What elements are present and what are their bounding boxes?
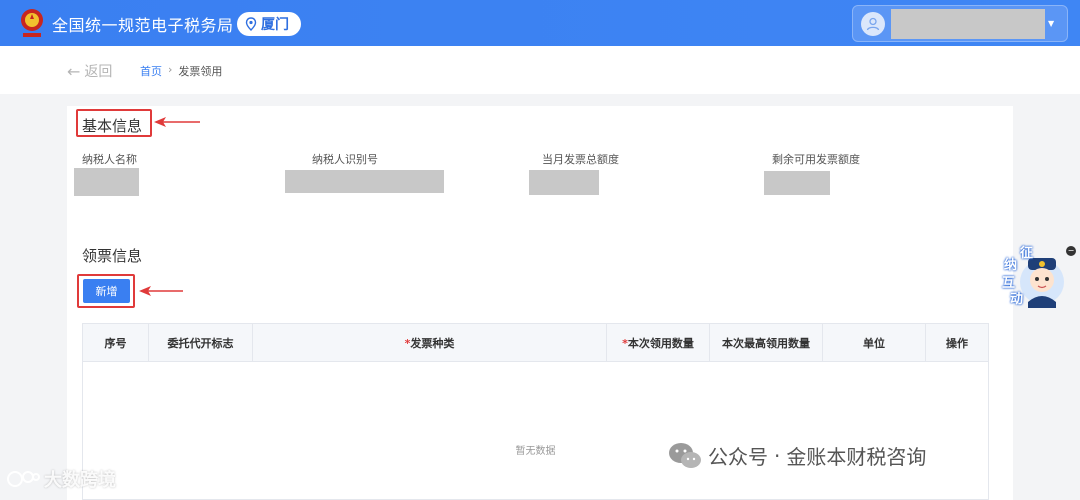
- watermark-right: 公众号 · 金账本财税咨询: [668, 441, 926, 470]
- location-pin-icon: [245, 17, 257, 31]
- top-header: 全国统一规范电子税务局 厦门 ▼: [0, 0, 1080, 46]
- city-selector[interactable]: 厦门: [237, 12, 301, 36]
- column-header-invoice-type: * 发票种类: [253, 324, 607, 362]
- user-menu[interactable]: ▼: [852, 5, 1068, 42]
- breadcrumb-separator: ›: [168, 63, 173, 76]
- field-label-taxpayer-name: 纳税人名称: [82, 153, 137, 166]
- app-title: 全国统一规范电子税务局: [52, 16, 234, 35]
- field-label-remaining-quota: 剩余可用发票额度: [772, 153, 860, 166]
- monthly-quota-redacted: [529, 170, 599, 195]
- wechat-icon: [669, 442, 701, 468]
- tax-emblem-icon: [21, 9, 43, 37]
- widget-close-button[interactable]: −: [1066, 246, 1076, 256]
- watermark-right-name: 金账本财税咨询: [786, 445, 927, 469]
- column-header-quantity: * 本次领用数量: [607, 324, 710, 362]
- chevron-down-icon: ▼: [1048, 19, 1055, 28]
- interaction-widget[interactable]: 征 纳 互 动 −: [1000, 240, 1076, 310]
- taxpayer-id-redacted: [285, 170, 444, 193]
- widget-char: 动: [1010, 292, 1024, 307]
- add-button[interactable]: 新增: [83, 279, 130, 303]
- column-header-index: 序号: [83, 324, 149, 362]
- table-header: 序号 委托代开标志 * 发票种类 * 本次领用数量 本次最高领用数量 单位 操作: [83, 324, 988, 362]
- back-label: 返回: [84, 64, 113, 80]
- taxpayer-name-redacted: [74, 168, 139, 196]
- annotation-arrow: [154, 117, 200, 127]
- city-name: 厦门: [261, 17, 289, 33]
- column-header-delegation: 委托代开标志: [149, 324, 253, 362]
- invoice-table: 序号 委托代开标志 * 发票种类 * 本次领用数量 本次最高领用数量 单位 操作 暂…: [82, 323, 989, 500]
- column-header-max-quantity: 本次最高领用数量: [710, 324, 823, 362]
- user-avatar-icon: [861, 12, 885, 36]
- ticket-info-title: 领票信息: [82, 247, 143, 265]
- widget-char: 征: [1020, 246, 1034, 261]
- widget-char: 纳: [1004, 258, 1018, 273]
- user-name-redacted: [891, 9, 1045, 39]
- field-label-taxpayer-id: 纳税人识别号: [312, 153, 378, 166]
- watermark-right-prefix: 公众号: [708, 445, 768, 469]
- arrow-left-icon: ←: [67, 61, 81, 81]
- watermark-left-text: 大数跨境: [44, 470, 116, 491]
- column-header-actions: 操作: [946, 337, 968, 350]
- annotation-arrow: [139, 286, 183, 296]
- back-button[interactable]: ← 返回: [67, 61, 112, 81]
- remaining-quota-redacted: [764, 171, 830, 195]
- watermark-right-dot: ·: [774, 443, 781, 468]
- breadcrumb-home[interactable]: 首页: [140, 63, 162, 79]
- watermark-left: 大数跨境: [6, 466, 116, 492]
- breadcrumb-current: 发票领用: [178, 65, 223, 78]
- breadcrumb-bar: ← 返回 首页 › 发票领用: [0, 46, 1080, 94]
- column-header-unit: 单位: [823, 324, 926, 362]
- annotation-box: [76, 109, 152, 137]
- watermark-logo-icon: [7, 471, 40, 487]
- breadcrumb: 首页 › 发票领用: [140, 63, 222, 79]
- field-label-monthly-quota: 当月发票总额度: [542, 153, 619, 166]
